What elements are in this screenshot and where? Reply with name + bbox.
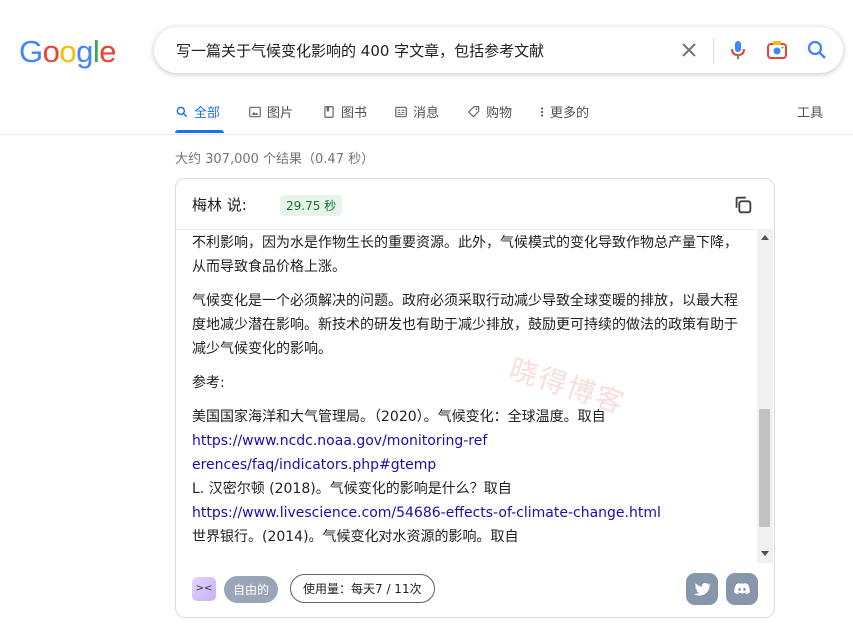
logo-letter: e <box>99 34 117 69</box>
tab-label: 购物 <box>486 106 513 121</box>
microphone-icon[interactable] <box>726 38 750 62</box>
logo-letter: o <box>42 34 60 69</box>
ai-answer-card: 梅林 说: 29.75 秒 不利影响，因为水是作物生长的重要资源。此外，气候模式… <box>175 178 775 618</box>
card-title: 梅林 说: <box>192 196 247 214</box>
logo-letter: g <box>76 34 93 69</box>
tab-shopping[interactable]: 购物 <box>467 102 512 121</box>
logo-letter: o <box>59 34 77 69</box>
free-plan-badge[interactable]: 自由的 <box>224 576 279 603</box>
twitter-icon <box>694 582 711 596</box>
scroll-thumb[interactable] <box>759 409 770 527</box>
image-icon <box>249 106 261 117</box>
more-icon <box>540 106 544 117</box>
answer-content: 不利影响，因为水是作物生长的重要资源。此外，气候模式的变化导致作物总产量下降，从… <box>192 231 742 565</box>
tab-label: 图片 <box>267 106 294 121</box>
reference-text: L. 汉密尔顿 (2018)。气候变化的影响是什么？取自 <box>192 481 512 497</box>
camera-icon[interactable] <box>765 38 789 62</box>
active-tab-indicator <box>175 130 224 133</box>
response-time-badge: 29.75 秒 <box>280 195 343 216</box>
scroll-down-arrow[interactable] <box>761 551 769 556</box>
tab-label: 图书 <box>341 106 368 121</box>
answer-paragraph: 气候变化是一个必须解决的问题。政府必须采取行动减少导致全球变暖的排放，以最大程度… <box>192 293 738 357</box>
tab-label: 全部 <box>194 106 221 121</box>
tab-all[interactable]: 全部 <box>175 102 220 121</box>
references-heading: 参考: <box>192 375 225 391</box>
search-divider <box>713 38 714 64</box>
tab-news[interactable]: 消息 <box>394 102 439 121</box>
search-icon[interactable] <box>805 38 829 62</box>
close-icon[interactable] <box>677 38 701 62</box>
tab-images[interactable]: 图片 <box>248 102 293 121</box>
header-divider <box>0 134 853 135</box>
card-header: 梅林 说: 29.75 秒 <box>176 179 774 230</box>
reference-text: 世界银行。(2014)。气候变化对水资源的影响。取自 <box>192 529 519 545</box>
usage-badge: 使用量：每天7 / 11次 <box>290 574 435 603</box>
result-stats: 大约 307,000 个结果（0.47 秒） <box>175 152 375 167</box>
discord-icon <box>734 583 750 595</box>
tab-books[interactable]: 图书 <box>322 102 367 121</box>
logo-letter: G <box>19 34 43 69</box>
tools-button[interactable]: 工具 <box>797 102 823 121</box>
card-footer: >< 自由的 使用量：每天7 / 11次 <box>176 569 774 615</box>
search-icon <box>176 106 188 117</box>
reference-text: 美国国家海洋和大气管理局。（2020）。气候变化：全球温度。取自 <box>192 409 606 425</box>
news-icon <box>395 106 407 117</box>
tag-icon <box>467 105 480 117</box>
search-box[interactable]: 写一篇关于气候变化影响的 400 字文章，包括参考文献 <box>154 27 843 73</box>
copy-icon[interactable] <box>732 194 754 216</box>
answer-paragraph: 不利影响，因为水是作物生长的重要资源。此外，气候模式的变化导致作物总产量下降，从… <box>192 235 738 275</box>
tab-more[interactable]: 更多的 <box>539 102 589 121</box>
discord-button[interactable] <box>726 573 758 605</box>
reference-link[interactable]: https://www.livescience.com/54686-effect… <box>192 505 661 521</box>
book-icon <box>324 105 334 118</box>
search-query[interactable]: 写一篇关于气候变化影响的 400 字文章，包括参考文献 <box>176 40 544 61</box>
tab-label: 更多的 <box>550 106 590 121</box>
tab-label: 消息 <box>413 106 440 121</box>
content-scrollbar[interactable] <box>757 229 773 563</box>
scroll-up-arrow[interactable] <box>761 235 769 240</box>
bot-avatar-icon: >< <box>192 577 216 601</box>
reference-link[interactable]: https://www.ncdc.noaa.gov/monitoring-ref… <box>192 433 487 473</box>
twitter-button[interactable] <box>686 573 718 605</box>
google-logo[interactable]: Google <box>19 34 117 70</box>
